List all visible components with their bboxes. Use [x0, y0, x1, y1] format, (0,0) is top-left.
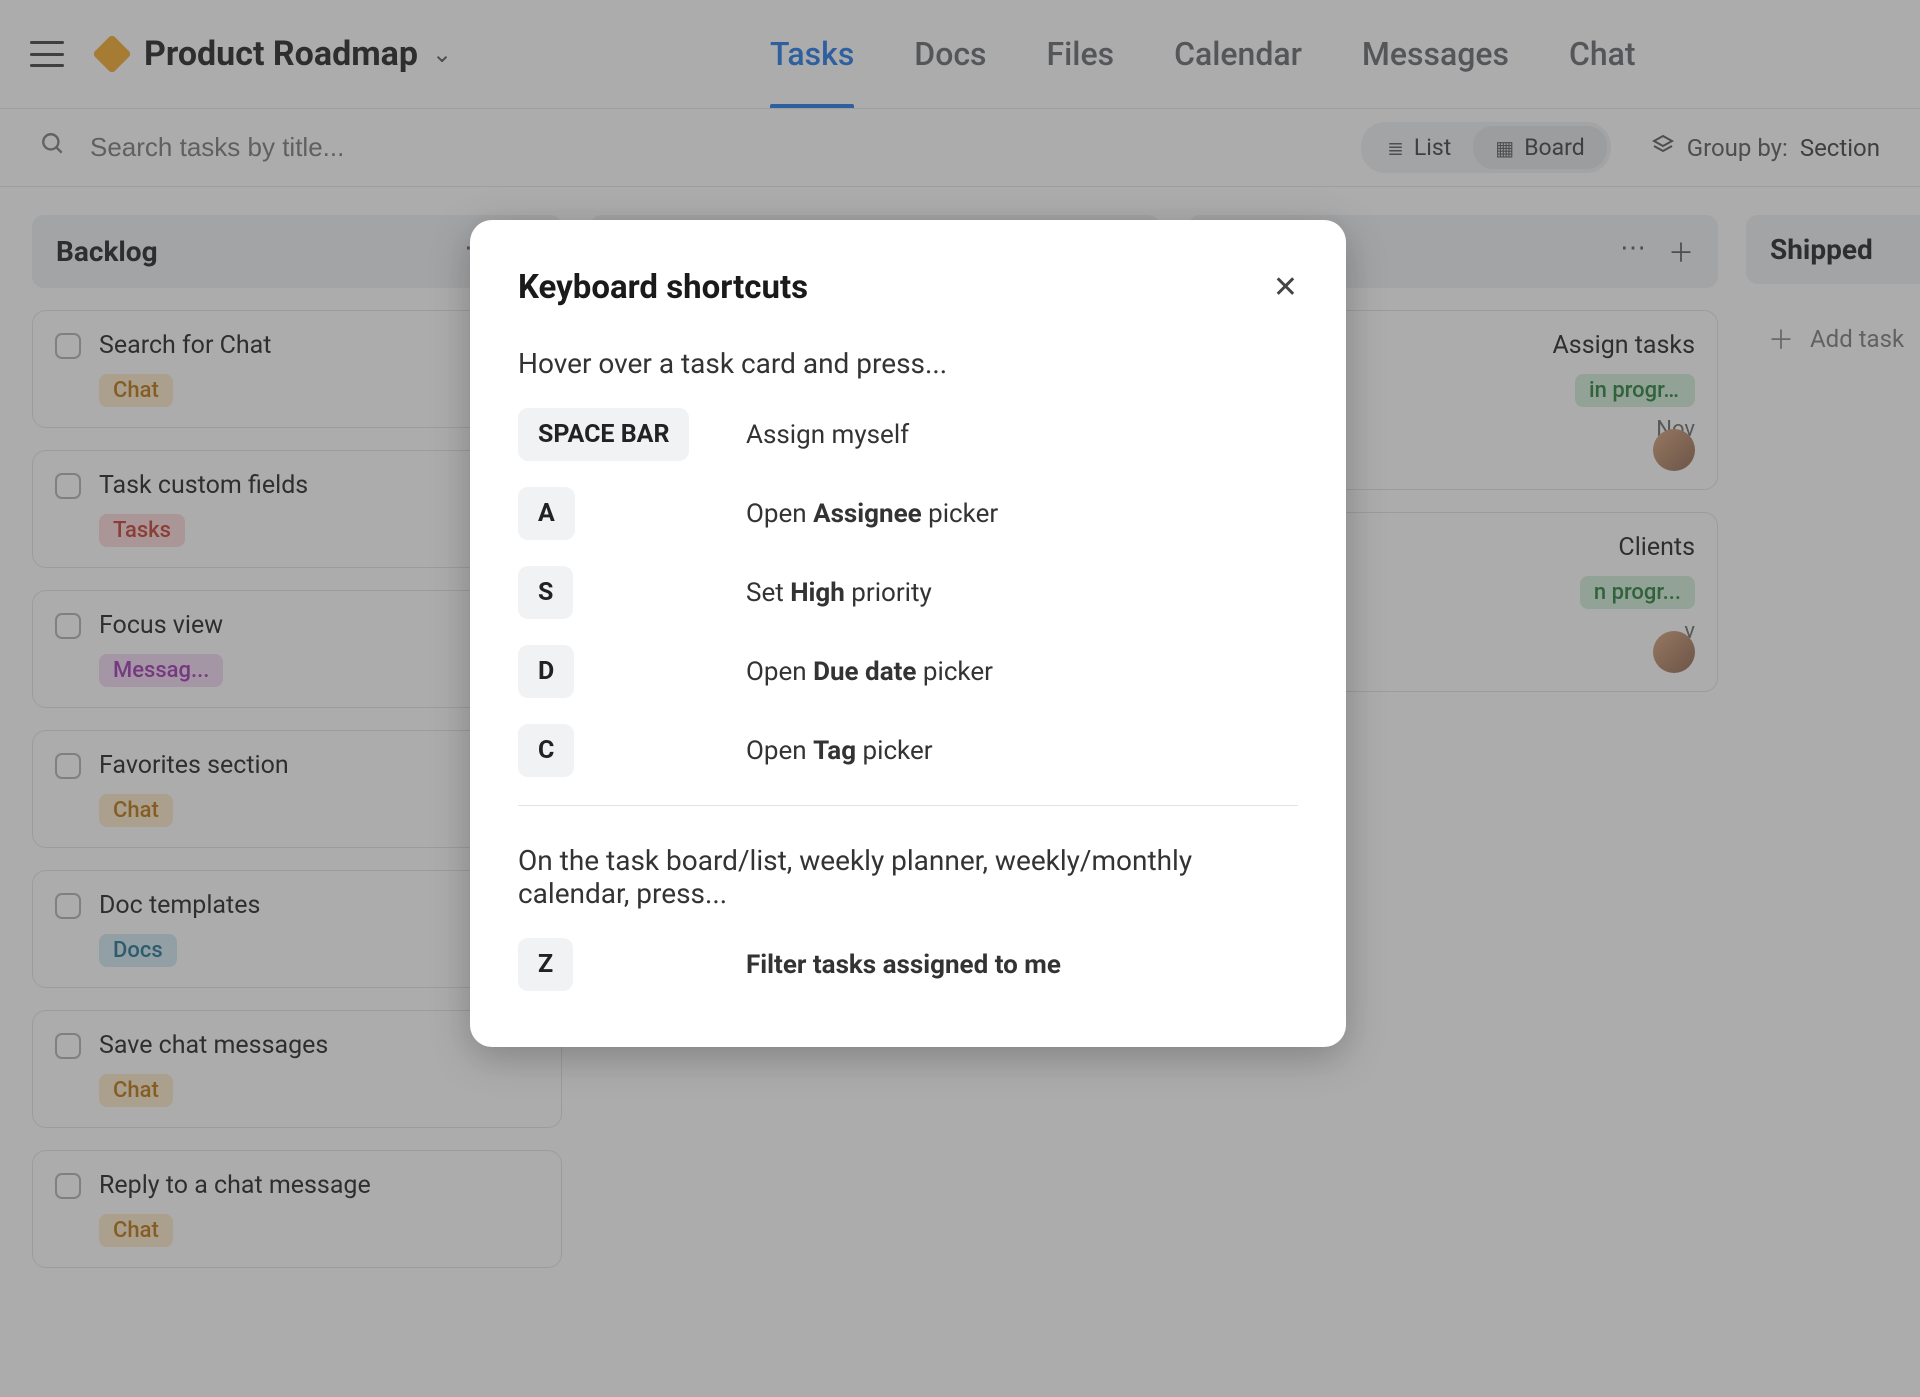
shortcut-row: D Open Due date picker — [518, 645, 1298, 698]
kbd-key: D — [518, 645, 574, 698]
kbd-key: S — [518, 566, 573, 619]
shortcut-desc: Set High priority — [746, 578, 932, 608]
shortcut-desc: Assign myself — [746, 420, 909, 450]
modal-title: Keyboard shortcuts — [518, 268, 808, 307]
kbd-key: A — [518, 487, 575, 540]
shortcut-desc: Open Due date picker — [746, 657, 993, 687]
shortcut-desc: Open Assignee picker — [746, 499, 998, 529]
divider — [518, 805, 1298, 806]
shortcut-row: S Set High priority — [518, 566, 1298, 619]
shortcut-desc: Open Tag picker — [746, 736, 933, 766]
shortcut-desc: Filter tasks assigned to me — [746, 950, 1061, 980]
shortcut-row: Z Filter tasks assigned to me — [518, 938, 1298, 991]
kbd-key: Z — [518, 938, 573, 991]
kbd-key: C — [518, 724, 574, 777]
close-icon[interactable]: ✕ — [1273, 270, 1298, 305]
shortcut-row: SPACE BAR Assign myself — [518, 408, 1298, 461]
keyboard-shortcuts-modal: Keyboard shortcuts ✕ Hover over a task c… — [470, 220, 1346, 1047]
modal-section1-subtitle: Hover over a task card and press... — [518, 347, 1298, 380]
modal-section2-subtitle: On the task board/list, weekly planner, … — [518, 844, 1298, 910]
kbd-key: SPACE BAR — [518, 408, 689, 461]
shortcut-row: A Open Assignee picker — [518, 487, 1298, 540]
shortcut-row: C Open Tag picker — [518, 724, 1298, 777]
